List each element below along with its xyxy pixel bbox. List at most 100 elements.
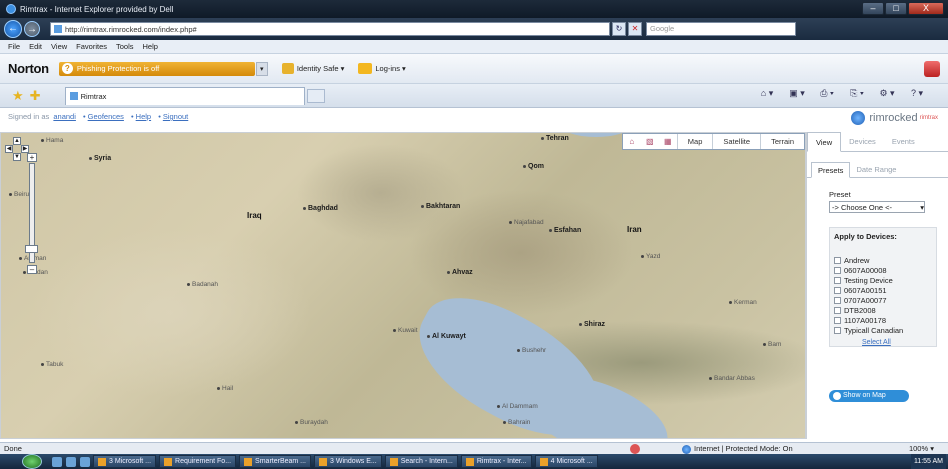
draw-icon[interactable]: ▧ [641, 134, 659, 149]
window-titlebar: Rimtrax - Internet Explorer provided by … [0, 0, 948, 18]
device-checkbox[interactable] [834, 286, 841, 294]
print-icon[interactable]: ⎙ ▾ [816, 88, 838, 102]
feeds-icon[interactable]: ▣ ▾ [786, 88, 808, 102]
username-link[interactable]: anandi [53, 112, 76, 121]
panel-subtabs: Presets Date Range [807, 162, 948, 178]
menu-file[interactable]: File [8, 42, 20, 51]
taskbar-item-label: 3 Microsoft ... [109, 458, 152, 465]
map-label: Najafabad [509, 219, 544, 226]
taskbar-item[interactable]: 3 Windows E... [314, 455, 382, 468]
device-row[interactable]: DTB2008 [834, 305, 932, 315]
map-button[interactable]: Map [676, 134, 713, 149]
system-tray: 11:55 AM [910, 454, 946, 469]
signed-in-label: Signed in as [8, 112, 50, 121]
logins-button[interactable]: Log-ins ▾ [358, 63, 406, 74]
preset-select[interactable]: -> Choose One <- ▾ [829, 201, 925, 213]
device-checkbox[interactable] [834, 316, 841, 324]
device-row[interactable]: Testing Device [834, 275, 932, 285]
geofences-link[interactable]: Geofences [88, 112, 124, 121]
device-checkbox[interactable] [834, 256, 841, 264]
tab-devices[interactable]: Devices [841, 132, 884, 151]
page-icon [54, 25, 62, 33]
home-icon[interactable]: ⌂ ▾ [756, 88, 778, 102]
address-bar[interactable]: http://rimtrax.rimrocked.com/index.php# [50, 22, 610, 36]
device-row[interactable]: Andrew [834, 255, 932, 265]
tab-view[interactable]: View [807, 132, 842, 152]
help-link[interactable]: Help [136, 112, 151, 121]
tools-icon[interactable]: ⚙ ▾ [876, 88, 898, 102]
pan-left-button[interactable]: ◀ [5, 145, 13, 153]
map-view[interactable]: Syria Iraq Baghdad Bakhtaran Qom Tehran Iran Es… [0, 132, 806, 439]
norton-tools-icon[interactable] [924, 61, 940, 77]
taskbar-item[interactable]: Rimtrax - Inter... [460, 455, 532, 468]
taskbar-item[interactable]: SmarterBeam ... [239, 455, 312, 468]
menu-tools[interactable]: Tools [116, 42, 134, 51]
satellite-button[interactable]: Satellite [712, 134, 760, 149]
device-checkbox[interactable] [834, 326, 841, 334]
home-map-icon[interactable]: ⌂ [623, 134, 641, 149]
start-button[interactable] [22, 454, 42, 469]
page-menu-icon[interactable]: ⎘ ▾ [846, 88, 868, 102]
app-icon [98, 457, 106, 466]
menu-edit[interactable]: Edit [29, 42, 42, 51]
device-row[interactable]: 0607A00151 [834, 285, 932, 295]
ie-quick-icon[interactable] [80, 456, 90, 467]
minimize-button[interactable]: – [862, 2, 884, 15]
pan-right-button[interactable]: ▶ [21, 145, 29, 153]
pan-up-button[interactable]: ▲ [13, 137, 21, 145]
identity-safe-button[interactable]: Identity Safe ▾ [281, 63, 344, 74]
device-row[interactable]: Typicall Canadian [834, 325, 932, 335]
taskbar-item[interactable]: 3 Microsoft ... [93, 455, 157, 468]
tab-rimtrax[interactable]: Rimtrax [64, 86, 305, 105]
popup-blocker-icon[interactable] [630, 444, 640, 454]
map-label: Buraydah [295, 419, 328, 426]
help-icon[interactable]: ? ▾ [906, 88, 928, 102]
zoom-out-button[interactable]: – [27, 265, 37, 274]
taskbar-item[interactable]: 4 Microsoft ... [534, 455, 598, 468]
stop-button[interactable]: ✕ [628, 22, 642, 36]
close-button[interactable]: X [908, 2, 944, 15]
device-row[interactable]: 0707A00077 [834, 295, 932, 305]
zoom-slider-handle[interactable] [25, 245, 38, 253]
menu-view[interactable]: View [51, 42, 67, 51]
add-favorites-icon[interactable]: ✚ [30, 88, 41, 104]
pan-down-button[interactable]: ▼ [13, 153, 21, 161]
tab-date-range[interactable]: Date Range [850, 162, 902, 177]
select-all-link[interactable]: Select All [862, 339, 932, 346]
forward-button[interactable]: → [24, 21, 40, 37]
panel-tabs: View Devices Events [807, 132, 948, 152]
device-row[interactable]: 0607A00008 [834, 265, 932, 275]
show-on-map-button[interactable]: Show on Map [829, 390, 909, 402]
taskbar-item[interactable]: Requirement Fo... [159, 455, 237, 468]
zoom-in-button[interactable]: + [27, 153, 37, 162]
signout-link[interactable]: Signout [163, 112, 188, 121]
layers-icon[interactable]: ▦ [659, 134, 677, 149]
phishing-dropdown[interactable]: ▾ [255, 61, 268, 76]
taskbar-item[interactable]: Search - Intern... [384, 455, 458, 468]
switch-windows-icon[interactable] [66, 456, 76, 467]
new-tab-button[interactable] [306, 88, 325, 103]
terrain-button[interactable]: Terrain [760, 134, 804, 149]
device-checkbox[interactable] [834, 306, 841, 314]
control-panel: View Devices Events Presets Date Range P… [806, 132, 948, 439]
back-button[interactable]: ← [4, 20, 22, 38]
favorites-star-icon[interactable]: ★ [12, 88, 24, 104]
device-checkbox[interactable] [834, 266, 841, 274]
refresh-button[interactable]: ↻ [612, 22, 626, 36]
map-label: Iran [627, 225, 642, 234]
tab-presets[interactable]: Presets [811, 162, 851, 178]
device-row[interactable]: 1107A00178 [834, 315, 932, 325]
taskbar-item-label: SmarterBeam ... [255, 458, 307, 465]
status-bar: Done Internet | Protected Mode: On 100% … [0, 442, 948, 454]
tab-events[interactable]: Events [884, 132, 923, 151]
menu-favorites[interactable]: Favorites [76, 42, 107, 51]
device-checkbox[interactable] [834, 276, 841, 284]
app-icon [164, 457, 173, 466]
clock[interactable]: 11:55 AM [914, 458, 943, 465]
device-checkbox[interactable] [834, 296, 841, 304]
search-input[interactable]: Google [646, 22, 796, 36]
show-desktop-icon[interactable] [52, 456, 62, 467]
menu-help[interactable]: Help [143, 42, 158, 51]
maximize-button[interactable]: □ [885, 2, 907, 15]
phishing-protection-button[interactable]: ? Phishing Protection is off [58, 61, 255, 76]
